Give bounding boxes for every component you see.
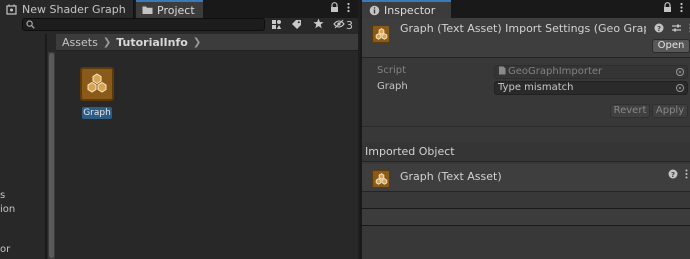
graph-asset-icon xyxy=(372,25,390,43)
inspector-header-icons: ? xyxy=(654,23,690,36)
kebab-menu-icon[interactable] xyxy=(685,169,688,182)
search-field[interactable] xyxy=(22,18,265,31)
apply-button[interactable]: Apply xyxy=(652,104,688,118)
chevron-right-icon: ❯ xyxy=(192,36,202,48)
tree-item-fragment[interactable]: ion xyxy=(0,204,15,215)
object-picker-icon[interactable] xyxy=(676,84,684,92)
svg-text:?: ? xyxy=(657,25,661,33)
breadcrumb-current[interactable]: TutorialInfo xyxy=(116,36,188,49)
property-label: Graph xyxy=(377,81,408,92)
folder-tree[interactable]: s ion or xyxy=(0,34,45,259)
imported-object-icons: ? xyxy=(668,169,688,182)
property-row-script: Script GeoGraphImporter xyxy=(362,65,690,79)
project-toolbar: 3 xyxy=(0,18,358,34)
imported-object-title: Graph (Text Asset) xyxy=(400,170,502,183)
breadcrumb: Assets ❯ TutorialInfo ❯ xyxy=(56,34,358,51)
imported-object-row: Graph (Text Asset) ? xyxy=(362,164,690,192)
tab-new-shader-graph[interactable]: New Shader Graph xyxy=(0,0,134,18)
eye-slash-icon xyxy=(333,19,345,32)
search-input[interactable] xyxy=(39,19,259,30)
script-object-field: GeoGraphImporter xyxy=(494,65,688,79)
lock-icon[interactable] xyxy=(663,2,672,16)
inspector-header: Graph (Text Asset) Import Settings (Geo … xyxy=(362,18,690,58)
inspector-title: Graph (Text Asset) Import Settings (Geo … xyxy=(400,22,646,35)
folder-icon xyxy=(142,5,153,15)
kebab-menu-icon[interactable] xyxy=(680,2,683,16)
favorites-star-icon[interactable] xyxy=(313,18,324,32)
help-icon[interactable]: ? xyxy=(668,169,678,182)
property-row-graph: Graph Type mismatch xyxy=(362,81,690,95)
pane-splitter[interactable] xyxy=(45,34,47,259)
chevron-right-icon: ❯ xyxy=(102,36,112,48)
shader-graph-icon xyxy=(6,4,17,15)
imported-object-header: Imported Object xyxy=(362,142,690,162)
filter-by-type-icon[interactable] xyxy=(271,19,282,33)
project-tab-strip: New Shader Graph Project xyxy=(0,0,358,18)
property-label: Script xyxy=(377,65,407,76)
help-icon[interactable]: ? xyxy=(654,23,664,36)
graph-asset-icon xyxy=(372,170,390,188)
search-icon xyxy=(26,20,35,32)
asset-grid: Graph xyxy=(56,52,358,259)
tree-item-fragment[interactable]: or xyxy=(0,244,10,255)
svg-text:?: ? xyxy=(671,171,675,179)
hidden-packages-count: 3 xyxy=(346,19,353,32)
property-value: GeoGraphImporter xyxy=(508,66,603,77)
info-icon xyxy=(369,5,380,16)
asset-label: Graph xyxy=(82,107,112,119)
tree-item-fragment[interactable]: s xyxy=(0,190,5,201)
tab-label: New Shader Graph xyxy=(22,2,126,16)
open-button[interactable]: Open xyxy=(652,39,690,53)
graph-object-field[interactable]: Type mismatch xyxy=(494,81,688,95)
scrollbar-thumb[interactable] xyxy=(49,53,54,258)
lock-icon[interactable] xyxy=(330,2,339,16)
preview-bar[interactable] xyxy=(362,208,690,226)
object-picker-icon xyxy=(676,68,684,76)
hidden-packages-toggle[interactable]: 3 xyxy=(333,19,353,32)
tab-inspector[interactable]: Inspector xyxy=(362,0,451,18)
preset-icon[interactable] xyxy=(671,23,682,36)
inspector-tab-strip: Inspector xyxy=(362,0,690,18)
inspector-window: Inspector Graph (Text Asset) Import Sett… xyxy=(360,0,690,259)
property-value: Type mismatch xyxy=(498,82,574,93)
tab-label: Inspector xyxy=(384,3,436,17)
tab-project[interactable]: Project xyxy=(136,0,203,18)
project-window: New Shader Graph Project 3 s ion or Asse… xyxy=(0,0,358,259)
tab-label: Project xyxy=(157,3,195,17)
inspector-window-controls xyxy=(663,2,683,16)
breadcrumb-root[interactable]: Assets xyxy=(62,36,98,49)
scrollbar[interactable] xyxy=(48,52,55,259)
section-divider xyxy=(362,126,690,127)
project-window-controls xyxy=(330,2,350,16)
filter-by-label-icon[interactable] xyxy=(291,19,302,33)
graph-asset-icon xyxy=(80,67,114,101)
kebab-menu-icon[interactable] xyxy=(347,2,350,16)
revert-button[interactable]: Revert xyxy=(610,104,650,118)
script-icon xyxy=(498,66,506,78)
asset-item-graph[interactable]: Graph xyxy=(80,67,114,119)
